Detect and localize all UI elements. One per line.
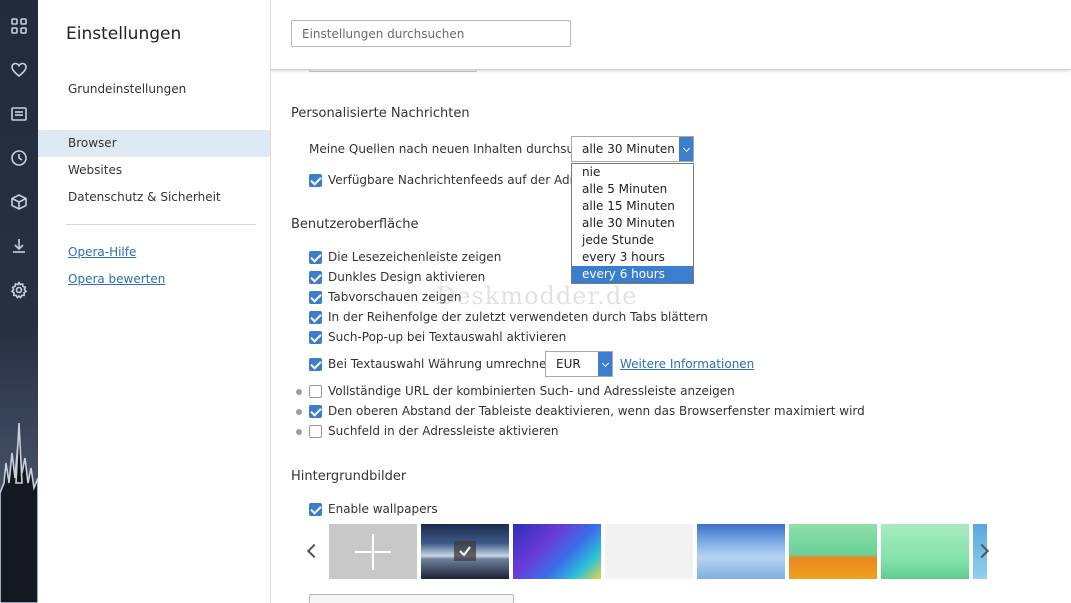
sidebar-divider [66, 224, 256, 225]
wallpaper-thumbnail[interactable] [421, 524, 509, 579]
sidebar-item-privacy[interactable]: Datenschutz & Sicherheit [38, 184, 270, 211]
heart-icon[interactable] [9, 60, 29, 80]
selected-check-icon [454, 541, 476, 561]
tab-bar-padding-checkbox[interactable] [309, 404, 322, 418]
wallpapers-heading: Hintergrundbilder [291, 469, 407, 484]
chevron-down-icon [598, 352, 612, 376]
currency-select[interactable]: EUR [545, 351, 613, 377]
history-icon[interactable] [9, 148, 29, 168]
extensions-icon[interactable] [9, 192, 29, 212]
search-popup-checkbox[interactable] [309, 330, 322, 344]
sidebar-item-websites[interactable]: Websites [38, 157, 270, 184]
news-icon[interactable] [9, 104, 29, 124]
ui-option-label: In der Reihenfolge der zuletzt verwendet… [328, 310, 708, 324]
side-rail [0, 0, 38, 603]
full-url-checkbox[interactable] [309, 384, 322, 398]
ui-option-label: Such-Pop-up bei Textauswahl aktivieren [328, 330, 567, 344]
settings-icon[interactable] [9, 280, 29, 300]
ui-option-row[interactable]: Tabvorschauen zeigen [309, 288, 462, 306]
feeds-checkbox[interactable] [309, 173, 322, 187]
wallpaper-thumbnail[interactable] [789, 524, 877, 579]
ui-option-label: Den oberen Abstand der Tableiste deaktiv… [328, 404, 865, 418]
tab-previews-checkbox[interactable] [309, 290, 322, 304]
dropdown-option[interactable]: nie [572, 164, 693, 181]
wallpaper-thumbnail[interactable] [697, 524, 785, 579]
wallpaper-next-icon[interactable] [975, 538, 989, 564]
settings-search-input[interactable] [291, 20, 571, 47]
wallpaper-prev-icon[interactable] [307, 538, 321, 564]
wallpaper-thumbnail[interactable] [513, 524, 601, 579]
dropdown-option-selected[interactable]: every 6 hours [572, 266, 693, 283]
dropdown-option[interactable]: alle 5 Minuten [572, 181, 693, 198]
ui-option-row[interactable]: Die Lesezeichenleiste zeigen [309, 248, 501, 266]
news-interval-dropdown[interactable]: nie alle 5 Minuten alle 15 Minuten alle … [571, 163, 694, 284]
ui-option-label: Tabvorschauen zeigen [328, 290, 462, 304]
enable-wallpapers-label: Enable wallpapers [328, 502, 438, 516]
watermark: Deskmodder.de [436, 282, 638, 310]
ui-option-row[interactable]: In der Reihenfolge der zuletzt verwendet… [309, 308, 708, 326]
sidebar-item-basic[interactable]: Grundeinstellungen [38, 76, 270, 103]
chevron-down-icon [679, 137, 693, 161]
dropdown-option[interactable]: every 3 hours [572, 249, 693, 266]
bullet-dot [296, 429, 302, 435]
download-icon[interactable] [9, 236, 29, 256]
tree-silhouette-background [0, 422, 38, 603]
sidebar-item-browser[interactable]: Browser [38, 130, 270, 157]
ui-option-row[interactable]: Such-Pop-up bei Textauswahl aktivieren [309, 328, 566, 346]
news-heading: Personalisierte Nachrichten [291, 106, 470, 121]
tab-cycle-checkbox[interactable] [309, 310, 322, 324]
settings-sidebar: Einstellungen Grundeinstellungen Browser… [38, 0, 271, 603]
wallpaper-thumbnail[interactable] [605, 524, 693, 579]
ui-option-label: Die Lesezeichenleiste zeigen [328, 250, 502, 264]
currency-convert-checkbox[interactable] [309, 357, 322, 371]
partially-hidden-button[interactable] [309, 594, 514, 603]
news-interval-value: alle 30 Minuten [582, 142, 675, 156]
wallpaper-strip [329, 524, 987, 579]
ui-option-row[interactable]: Bei Textauswahl Währung umrechnen in [309, 355, 569, 373]
ui-option-label: Bei Textauswahl Währung umrechnen in [328, 357, 569, 371]
bullet-dot [296, 409, 302, 415]
ui-option-label: Dunkles Design aktivieren [328, 270, 486, 284]
ui-option-row[interactable]: Den oberen Abstand der Tableiste deaktiv… [309, 402, 865, 420]
check-sources-row: Meine Quellen nach neuen Inhalten durchs… [309, 140, 603, 158]
rate-opera-link[interactable]: Opera bewerten [68, 272, 165, 286]
bullet-dot [296, 389, 302, 395]
enable-wallpapers-checkbox[interactable] [309, 502, 322, 516]
ui-option-row[interactable]: Dunkles Design aktivieren [309, 268, 485, 286]
dropdown-option[interactable]: alle 15 Minuten [572, 198, 693, 215]
news-interval-select[interactable]: alle 30 Minuten [571, 136, 694, 162]
address-search-field-checkbox[interactable] [309, 424, 322, 438]
search-bar-area [271, 0, 1071, 70]
dropdown-option[interactable]: jede Stunde [572, 232, 693, 249]
bookmarks-bar-checkbox[interactable] [309, 250, 322, 264]
sidebar-title: Einstellungen [66, 24, 182, 44]
ui-option-row[interactable]: Vollständige URL der kombinierten Such- … [309, 382, 735, 400]
dark-theme-checkbox[interactable] [309, 270, 322, 284]
speed-dial-icon[interactable] [9, 16, 29, 36]
feeds-row[interactable]: Verfügbare Nachrichtenfeeds auf der Adre… [309, 171, 598, 189]
more-info-link[interactable]: Weitere Informationen [620, 357, 754, 371]
enable-wallpapers-row[interactable]: Enable wallpapers [309, 500, 438, 518]
wallpaper-thumbnail[interactable] [881, 524, 969, 579]
ui-option-label: Vollständige URL der kombinierten Such- … [328, 384, 735, 398]
feeds-label: Verfügbare Nachrichtenfeeds auf der Adre… [328, 173, 598, 187]
settings-main: Personalisierte Nachrichten Meine Quelle… [271, 0, 1071, 603]
opera-help-link[interactable]: Opera-Hilfe [68, 245, 136, 259]
check-sources-label: Meine Quellen nach neuen Inhalten durchs… [309, 142, 604, 156]
ui-option-row[interactable]: Suchfeld in der Adressleiste aktivieren [309, 422, 559, 440]
ui-heading: Benutzeroberfläche [291, 217, 419, 232]
dropdown-option[interactable]: alle 30 Minuten [572, 215, 693, 232]
currency-value: EUR [556, 357, 581, 371]
add-wallpaper-button[interactable] [329, 524, 417, 579]
ui-option-label: Suchfeld in der Adressleiste aktivieren [328, 424, 559, 438]
